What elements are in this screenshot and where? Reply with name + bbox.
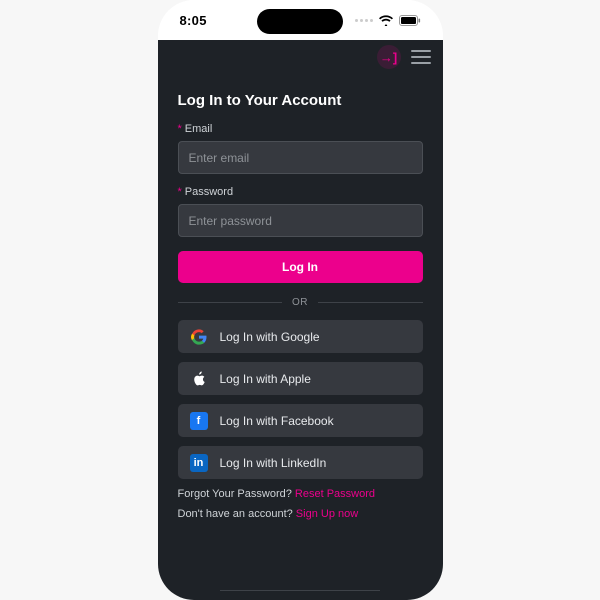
divider-label: OR xyxy=(282,297,318,308)
facebook-login-button[interactable]: f Log In with Facebook xyxy=(178,404,423,437)
password-field[interactable] xyxy=(178,204,423,237)
password-label: *Password xyxy=(178,186,423,198)
forgot-password-prompt: Forgot Your Password? xyxy=(178,488,295,500)
cellular-icon xyxy=(355,19,373,22)
google-login-button[interactable]: Log In with Google xyxy=(178,320,423,353)
linkedin-login-button[interactable]: in Log In with LinkedIn xyxy=(178,446,423,479)
apple-login-button[interactable]: Log In with Apple xyxy=(178,362,423,395)
menu-icon[interactable] xyxy=(411,50,431,64)
bottom-divider xyxy=(158,580,443,600)
phone-frame: 8:05 →] Log In to Your Account *Email xyxy=(158,0,443,600)
linkedin-icon: in xyxy=(190,454,208,472)
email-label: *Email xyxy=(178,123,423,135)
signup-row: Don't have an account? Sign Up now xyxy=(178,508,423,520)
apple-login-label: Log In with Apple xyxy=(220,372,311,386)
google-icon xyxy=(190,328,208,346)
top-bar: →] xyxy=(158,40,443,74)
google-login-label: Log In with Google xyxy=(220,330,320,344)
facebook-login-label: Log In with Facebook xyxy=(220,414,334,428)
login-icon[interactable]: →] xyxy=(377,45,401,69)
dynamic-island xyxy=(257,9,343,34)
facebook-icon: f xyxy=(190,412,208,430)
divider: OR xyxy=(178,297,423,308)
battery-icon xyxy=(399,15,421,26)
clock: 8:05 xyxy=(180,13,207,28)
login-form: Log In to Your Account *Email *Password … xyxy=(158,74,443,520)
wifi-icon xyxy=(379,15,393,26)
email-field[interactable] xyxy=(178,141,423,174)
page-title: Log In to Your Account xyxy=(178,92,423,109)
signup-link[interactable]: Sign Up now xyxy=(296,508,358,520)
login-button[interactable]: Log In xyxy=(178,251,423,283)
forgot-password-row: Forgot Your Password? Reset Password xyxy=(178,488,423,500)
signup-prompt: Don't have an account? xyxy=(178,508,296,520)
apple-icon xyxy=(190,370,208,388)
reset-password-link[interactable]: Reset Password xyxy=(295,488,375,500)
linkedin-login-label: Log In with LinkedIn xyxy=(220,456,327,470)
status-icons xyxy=(355,15,421,26)
app-root: →] Log In to Your Account *Email *Passwo… xyxy=(158,40,443,600)
